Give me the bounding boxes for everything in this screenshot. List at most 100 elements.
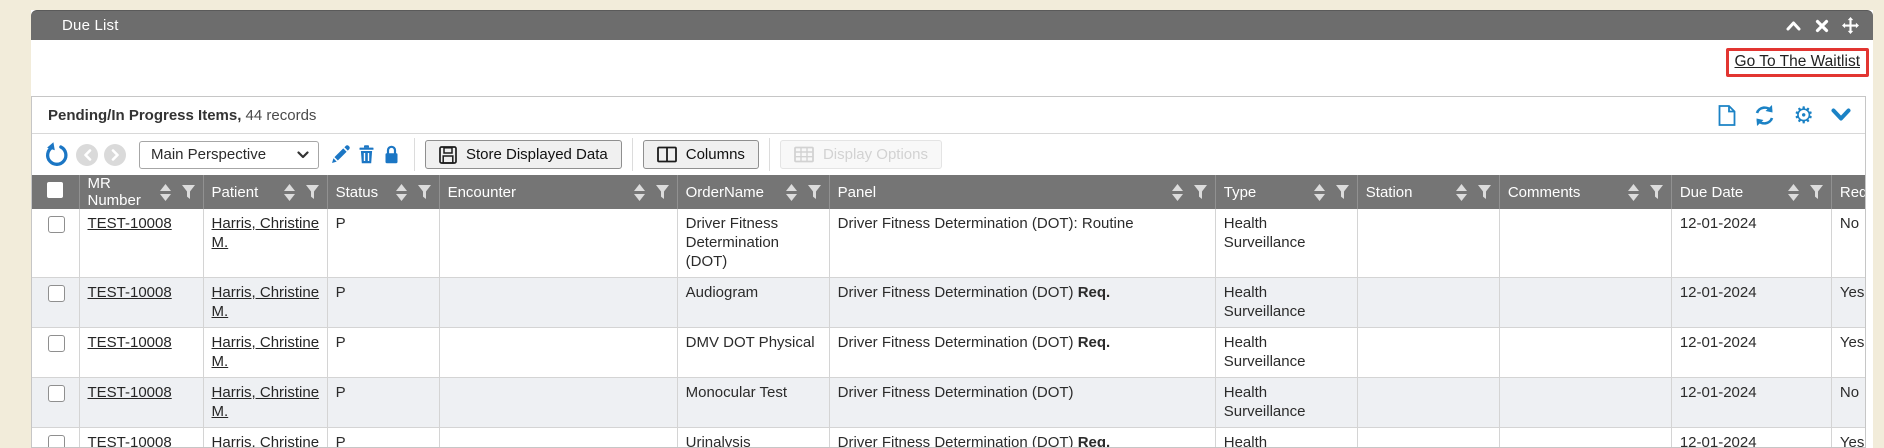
pencil-icon[interactable] [331, 145, 350, 164]
filter-icon[interactable] [808, 185, 821, 199]
columns-button[interactable]: Columns [643, 140, 759, 169]
row-checkbox[interactable] [48, 285, 65, 302]
panel-title-text: Pending/In Progress Items, [48, 107, 241, 124]
patient-link[interactable]: Harris, Christine M. [212, 284, 320, 320]
column-header-status[interactable]: Status [327, 175, 439, 209]
patient-link[interactable]: Harris, Christine M. [212, 434, 320, 448]
patient-link[interactable]: Harris, Christine M. [212, 334, 320, 370]
lock-icon[interactable] [383, 145, 400, 164]
cell-due: 12-01-2024 [1671, 378, 1831, 428]
undo-icon[interactable] [44, 142, 69, 167]
next-perspective-button[interactable] [104, 144, 126, 166]
sort-icon[interactable] [1456, 184, 1467, 201]
cell-patient: Harris, Christine M. [203, 378, 327, 428]
sort-icon[interactable] [1628, 184, 1639, 201]
cell-status: P [327, 209, 439, 278]
row-checkbox[interactable] [48, 216, 65, 233]
column-label: Required [1840, 184, 1866, 201]
cell-encounter [439, 328, 677, 378]
due-list-window: Due List Go To The Waitlist Pending/In P… [31, 10, 1873, 448]
cell-select [32, 378, 79, 428]
cell-status: P [327, 278, 439, 328]
column-header-panel[interactable]: Panel [829, 175, 1215, 209]
column-header-encounter[interactable]: Encounter [439, 175, 677, 209]
display-options-label: Display Options [823, 146, 928, 163]
mr-number-link[interactable]: TEST-10008 [88, 434, 172, 448]
new-document-icon[interactable] [1718, 105, 1736, 126]
column-header-mr[interactable]: MR Number [79, 175, 203, 209]
store-displayed-data-button[interactable]: Store Displayed Data [425, 140, 622, 169]
filter-icon[interactable] [1810, 185, 1823, 199]
sort-icon[interactable] [634, 184, 645, 201]
cell-panel: Driver Fitness Determination (DOT) Req. [829, 278, 1215, 328]
cell-status: P [327, 378, 439, 428]
display-options-button[interactable]: Display Options [780, 140, 942, 169]
column-header-required[interactable]: Required [1831, 175, 1866, 209]
select-all-header[interactable] [32, 175, 79, 209]
column-header-type[interactable]: Type [1215, 175, 1357, 209]
previous-perspective-button[interactable] [76, 144, 98, 166]
perspective-select[interactable]: Main Perspective [139, 141, 319, 169]
cell-patient: Harris, Christine M. [203, 328, 327, 378]
column-header-order[interactable]: OrderName [677, 175, 829, 209]
filter-icon[interactable] [1478, 185, 1491, 199]
chevron-down-icon[interactable] [1831, 108, 1851, 122]
filter-icon[interactable] [656, 185, 669, 199]
cell-patient: Harris, Christine M. [203, 209, 327, 278]
cell-type: Health Surveillance [1215, 328, 1357, 378]
sort-icon[interactable] [396, 184, 407, 201]
sort-icon[interactable] [1172, 184, 1183, 201]
window-title: Due List [62, 17, 119, 34]
column-header-due[interactable]: Due Date [1671, 175, 1831, 209]
pending-items-header: Pending/In Progress Items, 44 records ⚙ [32, 97, 1865, 133]
sort-icon[interactable] [284, 184, 295, 201]
patient-link[interactable]: Harris, Christine M. [212, 215, 320, 251]
window-titlebar[interactable]: Due List [31, 10, 1873, 40]
refresh-icon[interactable] [1753, 105, 1776, 126]
filter-icon[interactable] [182, 185, 195, 199]
row-checkbox[interactable] [48, 335, 65, 352]
go-to-waitlist-link[interactable]: Go To The Waitlist [1735, 53, 1860, 70]
sort-icon[interactable] [1788, 184, 1799, 201]
column-label: Encounter [448, 184, 516, 201]
column-header-comments[interactable]: Comments [1499, 175, 1671, 209]
mr-number-link[interactable]: TEST-10008 [88, 384, 172, 401]
display-options-grid-icon [794, 146, 814, 163]
table-row: TEST-10008Harris, Christine M.PDMV DOT P… [32, 328, 1866, 378]
filter-icon[interactable] [1650, 185, 1663, 199]
sort-icon[interactable] [786, 184, 797, 201]
row-checkbox[interactable] [48, 385, 65, 402]
table-body: TEST-10008Harris, Christine M.PDriver Fi… [32, 209, 1866, 448]
filter-icon[interactable] [418, 185, 431, 199]
column-label: Type [1224, 184, 1257, 201]
record-count: 44 records [241, 107, 316, 124]
gear-icon[interactable]: ⚙ [1793, 105, 1814, 125]
close-icon[interactable] [1815, 19, 1829, 33]
cell-due: 12-01-2024 [1671, 328, 1831, 378]
move-icon[interactable] [1842, 17, 1859, 34]
panel-required-flag: Req. [1074, 334, 1111, 351]
trash-icon[interactable] [358, 145, 375, 164]
patient-link[interactable]: Harris, Christine M. [212, 384, 320, 420]
cell-order: Monocular Test [677, 378, 829, 428]
cell-comments [1499, 328, 1671, 378]
sort-icon[interactable] [160, 184, 171, 201]
column-header-station[interactable]: Station [1357, 175, 1499, 209]
table-row: TEST-10008Harris, Christine M.PUrinalysi… [32, 428, 1866, 448]
sort-icon[interactable] [1314, 184, 1325, 201]
filter-icon[interactable] [1194, 185, 1207, 199]
filter-icon[interactable] [306, 185, 319, 199]
mr-number-link[interactable]: TEST-10008 [88, 215, 172, 232]
mr-number-link[interactable]: TEST-10008 [88, 284, 172, 301]
filter-icon[interactable] [1336, 185, 1349, 199]
save-icon [439, 146, 457, 164]
select-all-checkbox[interactable] [47, 182, 63, 198]
mr-number-link[interactable]: TEST-10008 [88, 334, 172, 351]
cell-encounter [439, 209, 677, 278]
collapse-icon[interactable] [1785, 19, 1802, 33]
pending-items-panel: Pending/In Progress Items, 44 records ⚙ [31, 96, 1866, 448]
cell-required: No [1831, 209, 1866, 278]
cell-mr: TEST-10008 [79, 378, 203, 428]
row-checkbox[interactable] [48, 435, 65, 448]
column-header-patient[interactable]: Patient [203, 175, 327, 209]
